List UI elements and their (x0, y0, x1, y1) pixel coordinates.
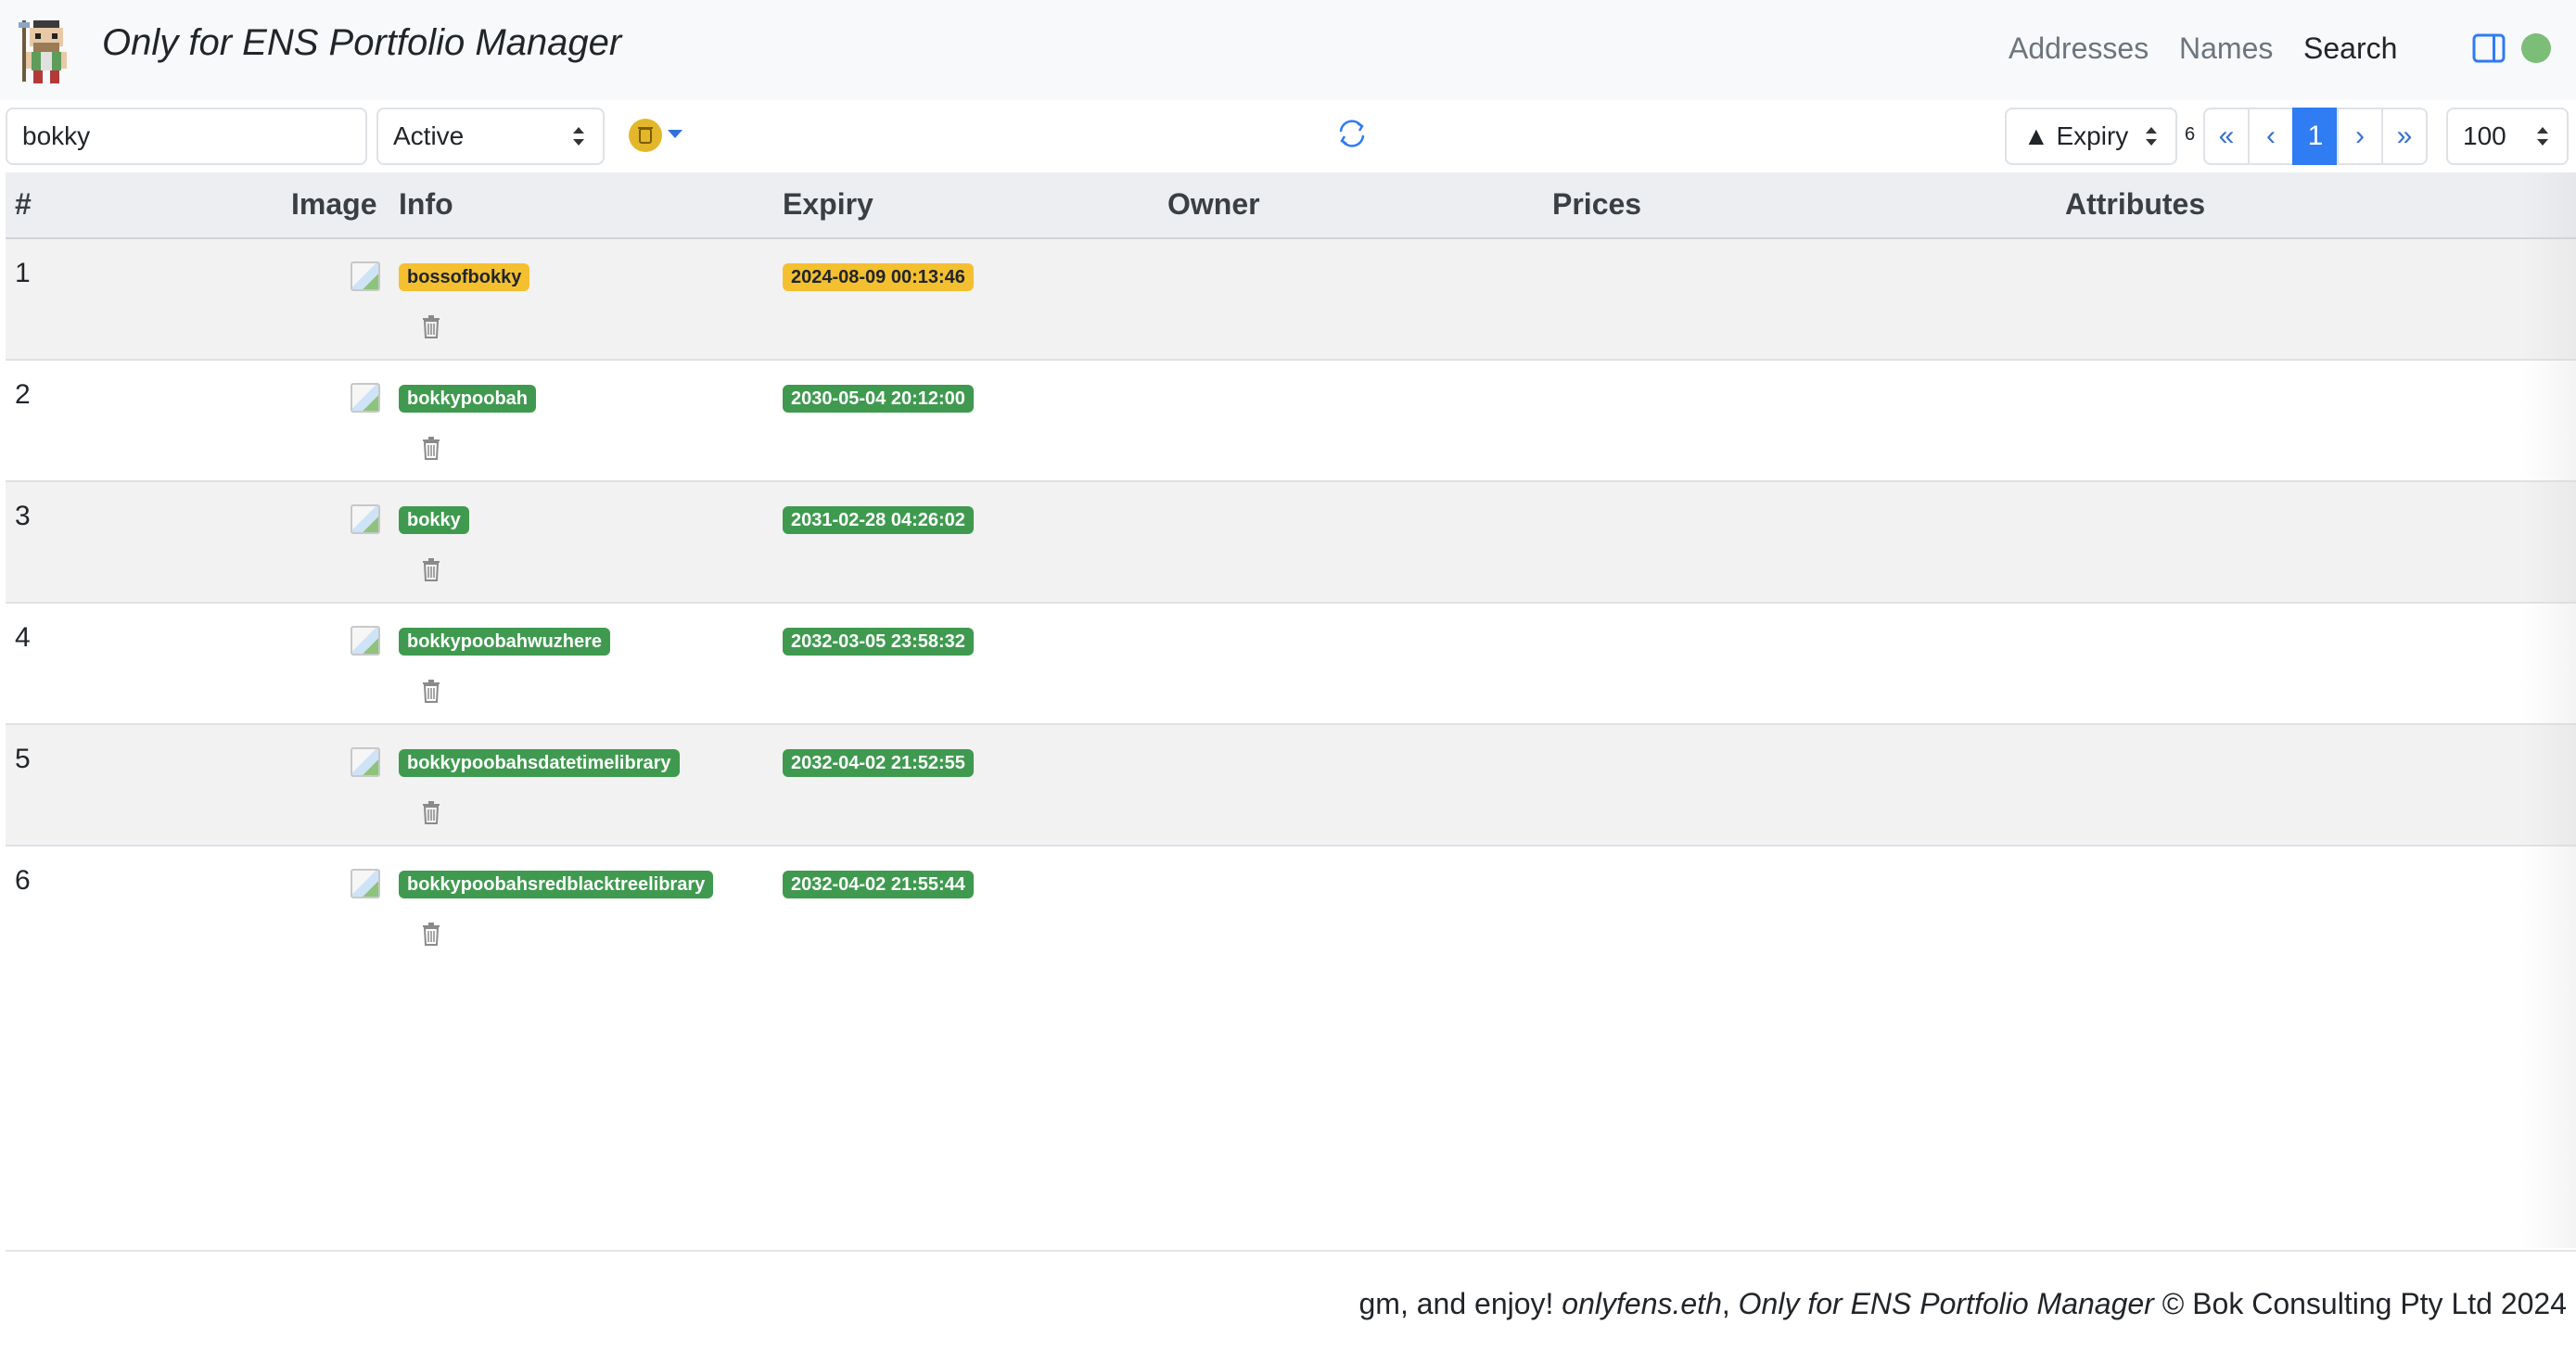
expiry-badge: 2032-04-02 21:55:44 (783, 871, 974, 898)
sidebar-toggle-icon[interactable] (2472, 33, 2506, 63)
nav-names[interactable]: Names (2179, 32, 2273, 66)
trash-icon[interactable] (420, 678, 442, 704)
search-input[interactable] (6, 108, 367, 165)
name-badge[interactable]: bokkypoobah (399, 385, 537, 413)
expiry-badge: 2030-05-04 20:12:00 (783, 385, 974, 413)
trash-icon[interactable] (420, 435, 442, 461)
image-thumbnail[interactable] (351, 869, 380, 898)
sort-select[interactable]: ▲ Expiry (2005, 108, 2177, 165)
image-thumbnail[interactable] (351, 261, 380, 291)
expiry-badge: 2024-08-09 00:13:46 (783, 263, 974, 291)
table-row: 6 bokkypoobahsredblacktreelibrary 2032-0… (6, 847, 2576, 968)
name-badge[interactable]: bossofbokky (399, 263, 530, 291)
status-indicator (2521, 33, 2551, 63)
row-number: 6 (15, 865, 31, 896)
column-header-num[interactable]: # (15, 187, 32, 222)
trash-filter-icon (638, 127, 653, 144)
column-header-attributes[interactable]: Attributes (2065, 187, 2205, 222)
image-thumbnail[interactable] (351, 504, 380, 534)
page-next-button[interactable]: › (2337, 108, 2383, 165)
table-row: 2 bokkypoobah 2030-05-04 20:12:00 (6, 361, 2576, 482)
filter-icon[interactable] (629, 119, 662, 152)
name-badge[interactable]: bokky (399, 506, 469, 534)
trash-icon[interactable] (420, 556, 442, 582)
result-count: 6 (2185, 124, 2196, 145)
footer-greeting: gm, and enjoy! (1358, 1287, 1562, 1320)
name-badge[interactable]: bokkypoobahsdatetimelibrary (399, 749, 680, 777)
footer: gm, and enjoy! onlyfens.eth, Only for EN… (1359, 1287, 2568, 1321)
footer-separator: , (1721, 1287, 1739, 1320)
trash-icon[interactable] (420, 921, 442, 947)
chevron-updown-icon (573, 127, 584, 146)
image-thumbnail[interactable] (351, 747, 380, 777)
app-title: Only for ENS Portfolio Manager (102, 22, 622, 63)
expiry-badge: 2032-03-05 23:58:32 (783, 628, 974, 656)
chevron-updown-icon (2537, 127, 2548, 146)
trash-icon[interactable] (420, 313, 442, 339)
page-prev-button[interactable]: ‹ (2248, 108, 2294, 165)
footer-divider (6, 1250, 2576, 1252)
image-thumbnail[interactable] (351, 626, 380, 656)
table-row: 3 bokky 2031-02-28 04:26:02 (6, 482, 2576, 604)
table-row: 1 bossofbokky 2024-08-09 00:13:46 (6, 239, 2576, 361)
table-row: 5 bokkypoobahsdatetimelibrary 2032-04-02… (6, 725, 2576, 847)
row-number: 1 (15, 258, 31, 288)
column-header-expiry[interactable]: Expiry (783, 187, 874, 222)
trash-icon[interactable] (420, 799, 442, 825)
column-header-info[interactable]: Info (399, 187, 453, 222)
footer-domain: onlyfens.eth (1562, 1287, 1722, 1320)
name-badge[interactable]: bokkypoobahwuzhere (399, 628, 611, 656)
sort-select-value: ▲ Expiry (2023, 121, 2129, 150)
name-badge[interactable]: bokkypoobahsredblacktreelibrary (399, 871, 714, 898)
nav-addresses[interactable]: Addresses (2009, 32, 2149, 66)
expiry-badge: 2032-04-02 21:52:55 (783, 749, 974, 777)
column-header-image[interactable]: Image (291, 187, 376, 222)
footer-app-name: Only for ENS Portfolio Manager (1738, 1287, 2154, 1320)
status-select[interactable]: Active (376, 108, 605, 165)
pagination: « ‹ 1 › » (2203, 108, 2428, 165)
row-number: 4 (15, 622, 31, 653)
image-thumbnail[interactable] (351, 383, 380, 413)
table-header: # Image Info Expiry Owner Prices Attribu… (6, 172, 2576, 239)
page-first-button[interactable]: « (2203, 108, 2250, 165)
column-header-owner[interactable]: Owner (1167, 187, 1260, 222)
row-number: 3 (15, 501, 31, 531)
column-header-prices[interactable]: Prices (1552, 187, 1641, 222)
refresh-icon[interactable] (1335, 117, 1369, 150)
navbar: Only for ENS Portfolio Manager Addresses… (0, 0, 2576, 100)
chevron-updown-icon (2146, 127, 2157, 146)
status-select-value: Active (393, 121, 465, 150)
page-current-button[interactable]: 1 (2292, 108, 2339, 165)
row-number: 2 (15, 379, 31, 410)
app-logo[interactable] (17, 17, 76, 85)
table-row: 4 bokkypoobahwuzhere 2032-03-05 23:58:32 (6, 604, 2576, 725)
expiry-badge: 2031-02-28 04:26:02 (783, 506, 974, 534)
page-size-select[interactable]: 100 (2446, 108, 2569, 165)
footer-copyright: © Bok Consulting Pty Ltd 2024 (2153, 1287, 2567, 1320)
filter-dropdown-caret-icon[interactable] (668, 130, 682, 138)
nav-search[interactable]: Search (2303, 32, 2397, 66)
page-size-value: 100 (2463, 121, 2506, 150)
row-number: 5 (15, 744, 31, 774)
page-last-button[interactable]: » (2381, 108, 2428, 165)
